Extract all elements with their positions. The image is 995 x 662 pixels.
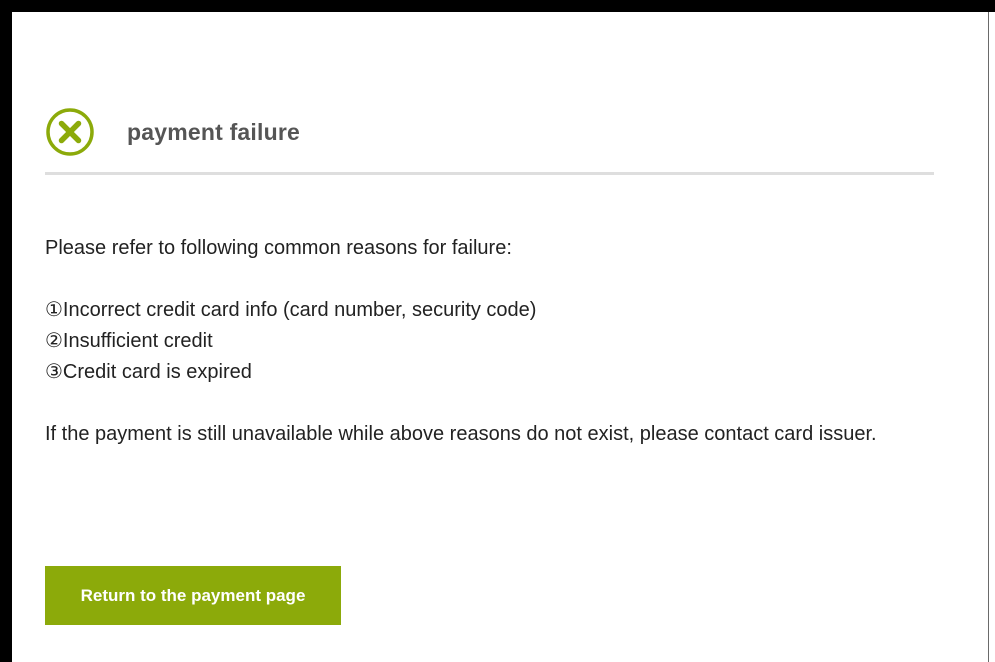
error-circle-x-icon [46,108,94,156]
reason-item: ③Credit card is expired [45,361,252,383]
panel-gutter [989,12,995,662]
header-divider [45,172,934,175]
intro-text: Please refer to following common reasons… [45,237,512,259]
reason-item: ②Insufficient credit [45,330,213,352]
result-header: payment failure [45,95,935,165]
contact-note: If the payment is still unavailable whil… [45,423,877,445]
reason-list: ①Incorrect credit card info (card number… [45,295,925,388]
reason-item: ①Incorrect credit card info (card number… [45,299,537,321]
page-title: payment failure [127,119,300,145]
return-to-payment-button[interactable]: Return to the payment page [45,566,341,625]
failure-info: Please refer to following common reasons… [45,233,925,450]
